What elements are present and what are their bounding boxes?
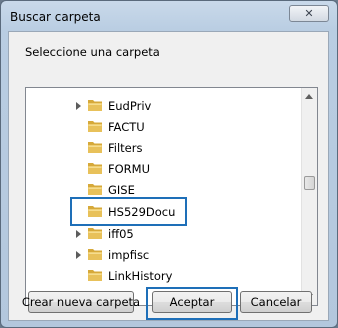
- folder-icon: [88, 121, 102, 132]
- tree-item-label: impfisc: [108, 248, 150, 262]
- tree-item[interactable]: LinkHistory: [26, 266, 302, 286]
- tree-item-label: Filters: [108, 141, 143, 155]
- tree-item[interactable]: Filters: [26, 138, 302, 158]
- ok-button[interactable]: Aceptar: [152, 291, 232, 313]
- new-folder-button[interactable]: Crear nueva carpeta: [22, 291, 140, 313]
- expand-arrow-icon[interactable]: [76, 251, 81, 259]
- close-icon: ✕: [304, 7, 314, 20]
- folder-icon: [88, 249, 102, 260]
- browse-folder-dialog: Buscar carpeta ✕ Seleccione una carpeta …: [0, 0, 338, 328]
- tree-item[interactable]: impfisc: [26, 245, 302, 265]
- folder-icon: [88, 163, 102, 174]
- instructions-text: Seleccione una carpeta: [25, 45, 160, 59]
- vertical-scrollbar[interactable]: [301, 88, 317, 305]
- tree-item[interactable]: FACTU: [26, 117, 302, 137]
- expand-arrow-icon[interactable]: [76, 230, 81, 238]
- folder-icon: [88, 184, 102, 195]
- folder-icon: [88, 228, 102, 239]
- cancel-button[interactable]: Cancelar: [240, 291, 312, 313]
- tree-item-label: LinkHistory: [108, 269, 173, 283]
- tree-item[interactable]: iff05: [26, 224, 302, 244]
- dialog-title: Buscar carpeta: [10, 10, 101, 24]
- folder-icon: [88, 270, 102, 281]
- expand-arrow-icon[interactable]: [76, 102, 81, 110]
- folder-icon: [88, 100, 102, 111]
- folder-icon: [88, 142, 102, 153]
- title-bar[interactable]: Buscar carpeta ✕: [1, 1, 337, 33]
- close-button[interactable]: ✕: [289, 5, 329, 22]
- tree-item-label: iff05: [108, 227, 134, 241]
- scroll-thumb[interactable]: [304, 175, 315, 190]
- scroll-up-icon[interactable]: [305, 94, 313, 99]
- tree-item-label: FACTU: [108, 120, 145, 134]
- tree-item[interactable]: EudPriv: [26, 96, 302, 116]
- folder-tree[interactable]: EudPriv FACTU Filters FORMU GISE HS529Docu iff…: [25, 87, 318, 306]
- tree-item-label: EudPriv: [108, 99, 152, 113]
- dialog-body: Seleccione una carpeta EudPriv FACTU Filte…: [8, 31, 329, 321]
- selection-highlight: [70, 197, 187, 226]
- tree-item-label: FORMU: [108, 162, 150, 176]
- tree-item[interactable]: FORMU: [26, 159, 302, 179]
- tree-item-label: GISE: [108, 183, 135, 197]
